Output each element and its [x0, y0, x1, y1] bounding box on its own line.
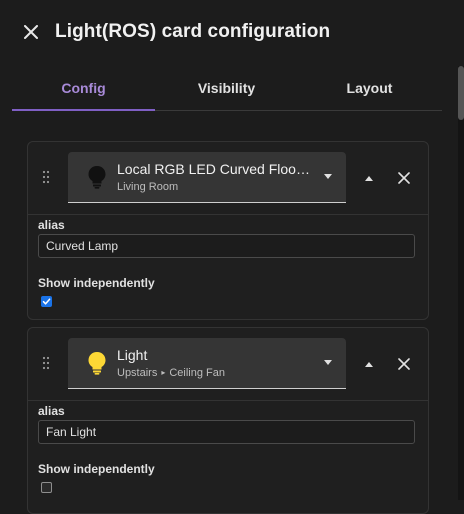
dialog-header: Light(ROS) card configuration [0, 0, 464, 66]
dialog-title: Light(ROS) card configuration [55, 21, 331, 42]
breadcrumb-separator-icon: ▸ [161, 368, 166, 377]
entity-card-header: Local RGB LED Curved Floor La... Living … [28, 142, 428, 215]
close-icon [398, 172, 410, 184]
entity-name: Light [117, 347, 148, 363]
drag-handle-icon[interactable] [41, 170, 51, 184]
dropdown-arrow-icon [324, 174, 332, 179]
tab-config[interactable]: Config [12, 66, 155, 110]
active-tab-indicator [12, 109, 155, 111]
entity-picker[interactable]: Light Upstairs ▸ Ceiling Fan [68, 338, 346, 389]
tab-visibility[interactable]: Visibility [155, 66, 298, 110]
entity-area-parent: Upstairs [117, 367, 158, 379]
entity-picker[interactable]: Local RGB LED Curved Floor La... Living … [68, 152, 346, 203]
show-independently-checkbox[interactable] [41, 296, 52, 307]
entity-area-label: Ceiling Fan [169, 367, 225, 379]
move-up-button[interactable] [358, 167, 380, 189]
tab-bar: Config Visibility Layout [12, 66, 442, 111]
entity-area: Upstairs ▸ Ceiling Fan [117, 367, 225, 379]
entity-card: Light Upstairs▸Ceiling Fan alias Show in… [27, 327, 429, 514]
checkmark-icon [42, 298, 51, 305]
alias-label: alias [38, 218, 65, 232]
card-config-dialog: Light(ROS) card configuration Config Vis… [0, 0, 464, 514]
arrow-up-icon [365, 361, 373, 367]
drag-handle-icon[interactable] [41, 356, 51, 370]
show-independently-label: Show independently [38, 462, 155, 476]
alias-label: alias [38, 404, 65, 418]
alias-input[interactable] [38, 420, 415, 444]
lightbulb-off-icon [88, 166, 106, 189]
show-independently-checkbox[interactable] [41, 482, 52, 493]
entity-card-header: Light Upstairs ▸ Ceiling Fan [28, 328, 428, 401]
entity-card: Local RGB LED Curved Floor La... Living … [27, 141, 429, 320]
close-icon [398, 358, 410, 370]
dropdown-arrow-icon [324, 360, 332, 365]
scrollbar-track[interactable] [458, 66, 464, 500]
entity-area: Living Room [117, 181, 178, 193]
remove-entity-button[interactable] [393, 167, 415, 189]
entity-name: Local RGB LED Curved Floor La... [117, 161, 312, 177]
alias-input[interactable] [38, 234, 415, 258]
tab-layout[interactable]: Layout [298, 66, 441, 110]
arrow-up-icon [365, 175, 373, 181]
scrollbar-thumb[interactable] [458, 66, 464, 120]
move-up-button[interactable] [358, 353, 380, 375]
close-button[interactable] [18, 19, 44, 45]
entity-area-label: Living Room [117, 181, 179, 193]
close-icon [24, 25, 38, 39]
lightbulb-on-icon [88, 352, 106, 375]
remove-entity-button[interactable] [393, 353, 415, 375]
show-independently-label: Show independently [38, 276, 155, 290]
